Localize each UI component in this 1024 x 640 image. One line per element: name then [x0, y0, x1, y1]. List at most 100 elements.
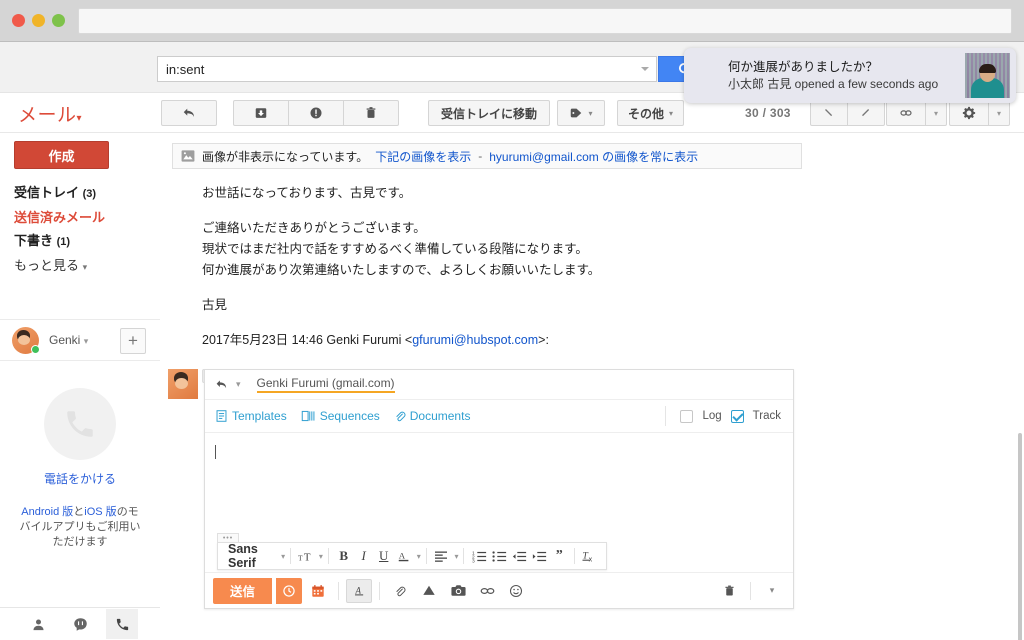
camera-icon [450, 585, 466, 596]
font-size-icon[interactable]: T T [296, 545, 316, 567]
composer-send-bar: 送信 A ▾ [205, 572, 793, 608]
clock-icon [283, 584, 295, 597]
settings-button[interactable] [949, 100, 989, 126]
increase-indent-button[interactable] [529, 545, 549, 567]
search-input[interactable] [158, 61, 618, 77]
italic-button[interactable]: I [354, 545, 374, 567]
text-color-button[interactable]: A [394, 545, 414, 567]
labels-button[interactable]: ▾ [557, 100, 605, 126]
quote-button[interactable]: ” [549, 545, 569, 567]
message-actions-group [233, 100, 399, 126]
report-spam-button[interactable] [288, 100, 344, 126]
composer-body[interactable] [205, 433, 793, 533]
always-show-images-link[interactable]: hyurumi@gmail.com の画像を常に表示 [489, 148, 698, 165]
sidebar-item-drafts[interactable]: 下書き (1) [14, 229, 160, 254]
back-to-list-button[interactable] [161, 100, 217, 126]
svg-text:T: T [298, 553, 303, 562]
numbered-list-button[interactable]: 1 2 3 [469, 545, 489, 567]
attach-file-button[interactable] [387, 579, 413, 603]
search-box[interactable] [157, 56, 657, 82]
sequences-icon [301, 410, 315, 422]
sidebar-item-more[interactable]: もっと見る ▾ [14, 254, 160, 279]
compose-button[interactable]: 作成 [14, 141, 109, 169]
discard-draft-button[interactable] [716, 579, 742, 603]
zoom-window-button[interactable] [52, 14, 65, 27]
open-in-new-window-button[interactable] [886, 100, 926, 126]
mail-menu[interactable]: メール▾ [18, 100, 82, 127]
meetings-button[interactable] [305, 579, 331, 603]
more-options-button[interactable]: ▾ [759, 579, 785, 603]
hangouts-tabbar [0, 607, 160, 640]
bold-button[interactable]: B [334, 545, 354, 567]
schedule-send-button[interactable] [276, 577, 303, 604]
new-conversation-button[interactable]: + [120, 328, 146, 354]
chevron-down-icon[interactable]: ▾ [454, 552, 458, 561]
sidebar: 作成 受信トレイ (3) 送信済みメール 下書き (1) もっと見る ▾ Gen… [0, 133, 160, 640]
align-button[interactable] [431, 545, 451, 567]
insert-link-button[interactable] [474, 579, 500, 603]
chevron-down-icon[interactable]: ▾ [236, 379, 241, 390]
chevron-down-icon[interactable]: ▾ [281, 552, 285, 561]
android-app-link[interactable]: Android 版 [21, 506, 73, 518]
text-color-icon: A [398, 551, 409, 562]
underline-button[interactable]: U [374, 545, 394, 567]
reply-arrow-icon[interactable] [215, 378, 228, 391]
track-label: Track [752, 410, 781, 422]
archive-button[interactable] [233, 100, 289, 126]
notification-title: 何か進展がありましたか？ [728, 59, 879, 74]
chevron-down-icon: ▾ [83, 336, 89, 346]
address-bar[interactable] [78, 8, 1012, 34]
insert-emoji-button[interactable] [503, 579, 529, 603]
close-window-button[interactable] [12, 14, 25, 27]
hangouts-account-row[interactable]: Genki ▾ + [0, 319, 160, 361]
hangouts-call-panel: 電話をかける Android 版とiOS 版のモバイルアプリもご利用いただけます [0, 388, 160, 550]
templates-button[interactable]: Templates [215, 409, 287, 423]
toggle-formatting-button[interactable]: A [346, 578, 373, 603]
notification-contact-photo [965, 53, 1010, 98]
sidebar-item-sent[interactable]: 送信済みメール [14, 206, 160, 229]
vertical-scrollbar[interactable] [1018, 433, 1022, 640]
formatting-A-icon: A [354, 585, 363, 595]
ios-app-link[interactable]: iOS 版 [84, 506, 116, 518]
minimize-window-button[interactable] [32, 14, 45, 27]
chevron-down-icon: ▾ [933, 108, 938, 118]
hangouts-tab-conversations[interactable] [64, 609, 96, 639]
hangouts-user-name[interactable]: Genki ▾ [49, 333, 88, 347]
hangouts-tab-contacts[interactable] [22, 609, 54, 639]
move-to-inbox-button[interactable]: 受信トレイに移動 [428, 100, 551, 126]
search-options-caret-icon[interactable] [641, 67, 649, 71]
bulleted-list-button[interactable] [489, 545, 509, 567]
reply-arrow-icon [183, 108, 194, 117]
decrease-indent-button[interactable] [509, 545, 529, 567]
newer-message-button[interactable] [847, 100, 885, 126]
more-button[interactable]: その他 ▾ [617, 100, 685, 126]
chevron-down-icon: ▾ [76, 113, 83, 124]
insert-photo-button[interactable] [445, 579, 471, 603]
paperclip-icon [396, 411, 406, 422]
send-button[interactable]: 送信 [213, 577, 273, 604]
notification-popup[interactable]: 何か進展がありましたか？ 小太郎 古見 opened a few seconds… [684, 48, 1016, 103]
settings-options-button[interactable]: ▾ [988, 100, 1010, 126]
font-family-label[interactable]: Sans Serif [224, 542, 278, 570]
make-a-call-link[interactable]: 電話をかける [0, 470, 160, 487]
show-images-link[interactable]: 下記の画像を表示 [375, 148, 471, 165]
recipient-address[interactable]: Genki Furumi (gmail.com) [256, 376, 395, 393]
trash-icon [366, 107, 376, 118]
link-options-button[interactable]: ▾ [925, 100, 947, 126]
delete-button[interactable] [343, 100, 399, 126]
remove-formatting-button[interactable]: T x [580, 545, 600, 567]
insert-from-drive-button[interactable] [416, 579, 442, 603]
older-message-button[interactable] [810, 100, 848, 126]
documents-button[interactable]: Documents [394, 409, 470, 423]
sidebar-item-label: 送信済みメール [14, 210, 106, 225]
chevron-down-icon[interactable]: ▾ [319, 552, 323, 561]
track-checkbox[interactable] [730, 409, 744, 423]
divider [327, 548, 329, 564]
quote-sender-email-link[interactable]: gfurumi@hubspot.com [412, 333, 538, 347]
composer-recipient-row[interactable]: ▾ Genki Furumi (gmail.com) [205, 370, 793, 400]
chevron-down-icon[interactable]: ▾ [417, 552, 421, 561]
hangouts-tab-phone[interactable] [106, 609, 138, 639]
log-checkbox[interactable] [680, 409, 694, 423]
sidebar-item-inbox[interactable]: 受信トレイ (3) [14, 181, 160, 206]
sequences-button[interactable]: Sequences [301, 409, 380, 423]
